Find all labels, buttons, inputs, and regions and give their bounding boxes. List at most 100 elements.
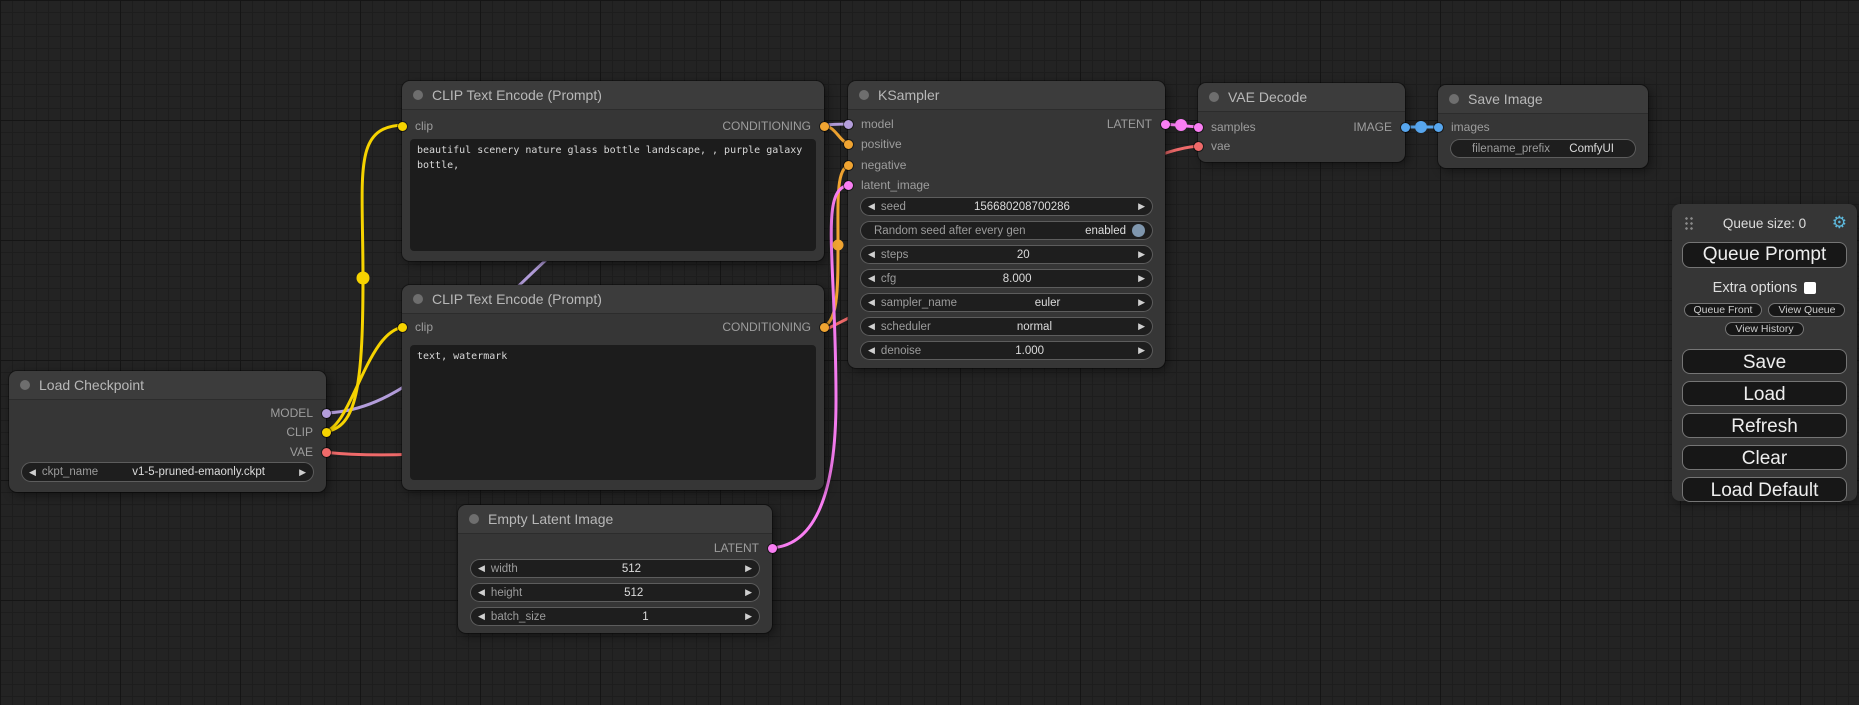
prev-value-arrow-icon[interactable] <box>478 612 485 621</box>
load-button[interactable]: Load <box>1682 381 1847 406</box>
next-value-arrow-icon[interactable] <box>745 588 752 597</box>
collapse-dot-icon[interactable] <box>20 380 30 390</box>
prompt-textarea[interactable]: beautiful scenery nature glass bottle la… <box>410 139 816 251</box>
refresh-button[interactable]: Refresh <box>1682 413 1847 438</box>
next-value-arrow-icon[interactable] <box>1138 250 1145 259</box>
widget-random-seed-toggle[interactable]: Random seed after every gen enabled <box>860 221 1153 240</box>
input-negative[interactable]: negative <box>848 157 1165 173</box>
output-clip[interactable]: CLIP <box>9 424 326 440</box>
collapse-dot-icon[interactable] <box>469 514 479 524</box>
output-model[interactable]: MODEL <box>9 405 326 421</box>
node-clip-text-encode-positive[interactable]: CLIP Text Encode (Prompt) clip CONDITION… <box>402 81 824 261</box>
node-title-bar[interactable]: KSampler <box>848 81 1165 110</box>
link-dot-negative[interactable] <box>833 240 844 251</box>
node-empty-latent-image[interactable]: Empty Latent Image LATENT width 512 heig… <box>458 505 772 633</box>
prev-value-arrow-icon[interactable] <box>868 202 875 211</box>
next-value-arrow-icon[interactable] <box>745 612 752 621</box>
image-port-icon[interactable] <box>1434 123 1443 132</box>
input-vae[interactable]: vae <box>1198 138 1405 154</box>
node-clip-text-encode-negative[interactable]: CLIP Text Encode (Prompt) clip CONDITION… <box>402 285 824 490</box>
prev-value-arrow-icon[interactable] <box>29 468 36 477</box>
prev-value-arrow-icon[interactable] <box>868 274 875 283</box>
next-value-arrow-icon[interactable] <box>1138 274 1145 283</box>
vae-port-icon[interactable] <box>1194 142 1203 151</box>
model-port-icon[interactable] <box>322 409 331 418</box>
widget-seed[interactable]: seed 156680208700286 <box>860 197 1153 216</box>
next-value-arrow-icon[interactable] <box>1138 346 1145 355</box>
widget-height[interactable]: height 512 <box>470 583 760 602</box>
node-title-bar[interactable]: CLIP Text Encode (Prompt) <box>402 285 824 314</box>
view-history-button[interactable]: View History <box>1725 322 1803 336</box>
collapse-dot-icon[interactable] <box>413 90 423 100</box>
output-vae[interactable]: VAE <box>9 444 326 460</box>
view-queue-button[interactable]: View Queue <box>1768 303 1845 317</box>
load-default-button[interactable]: Load Default <box>1682 477 1847 502</box>
output-label: CONDITIONING <box>722 320 811 334</box>
toggle-enabled-icon[interactable] <box>1132 224 1145 237</box>
node-save-image[interactable]: Save Image images filename_prefix ComfyU… <box>1438 85 1648 168</box>
clear-button[interactable]: Clear <box>1682 445 1847 470</box>
conditioning-port-icon[interactable] <box>820 122 829 131</box>
latent-port-icon[interactable] <box>1161 120 1170 129</box>
widget-width[interactable]: width 512 <box>470 559 760 578</box>
image-port-icon[interactable] <box>1401 123 1410 132</box>
link-dot-clip[interactable] <box>357 272 370 285</box>
widget-filename-prefix[interactable]: filename_prefix ComfyUI <box>1450 139 1636 158</box>
widget-sampler-name[interactable]: sampler_name euler <box>860 293 1153 312</box>
conditioning-port-icon[interactable] <box>820 323 829 332</box>
next-value-arrow-icon[interactable] <box>1138 202 1145 211</box>
prev-value-arrow-icon[interactable] <box>478 564 485 573</box>
collapse-dot-icon[interactable] <box>1449 94 1459 104</box>
widget-batch-size[interactable]: batch_size 1 <box>470 607 760 626</box>
conditioning-port-icon[interactable] <box>844 161 853 170</box>
save-button[interactable]: Save <box>1682 349 1847 374</box>
settings-gear-icon[interactable]: ⚙ <box>1832 212 1847 234</box>
node-ksampler[interactable]: KSampler model positive negative latent_… <box>848 81 1165 368</box>
input-latent-image[interactable]: latent_image <box>848 177 1165 193</box>
output-conditioning[interactable]: CONDITIONING <box>402 319 824 335</box>
node-title-bar[interactable]: Save Image <box>1438 85 1648 114</box>
node-vae-decode[interactable]: VAE Decode samples vae IMAGE <box>1198 83 1405 162</box>
drag-handle-icon[interactable] <box>1684 216 1694 231</box>
output-image[interactable]: IMAGE <box>1198 119 1405 135</box>
latent-port-icon[interactable] <box>844 181 853 190</box>
input-positive[interactable]: positive <box>848 136 1165 152</box>
prev-value-arrow-icon[interactable] <box>868 298 875 307</box>
collapse-dot-icon[interactable] <box>413 294 423 304</box>
link-dot-samples[interactable] <box>1175 119 1187 131</box>
output-latent[interactable]: LATENT <box>458 540 772 556</box>
next-value-arrow-icon[interactable] <box>299 468 306 477</box>
node-load-checkpoint[interactable]: Load Checkpoint MODEL CLIP VAE ckpt_name… <box>9 371 326 492</box>
widget-ckpt-name[interactable]: ckpt_name v1-5-pruned-emaonly.ckpt <box>21 462 314 482</box>
vae-port-icon[interactable] <box>322 448 331 457</box>
widget-steps[interactable]: steps 20 <box>860 245 1153 264</box>
widget-scheduler[interactable]: scheduler normal <box>860 317 1153 336</box>
link-dot-images[interactable] <box>1415 121 1427 133</box>
widget-denoise[interactable]: denoise 1.000 <box>860 341 1153 360</box>
output-latent[interactable]: LATENT <box>848 116 1165 132</box>
prev-value-arrow-icon[interactable] <box>868 250 875 259</box>
collapse-dot-icon[interactable] <box>1209 92 1219 102</box>
clip-port-icon[interactable] <box>322 428 331 437</box>
node-title-bar[interactable]: VAE Decode <box>1198 83 1405 112</box>
next-value-arrow-icon[interactable] <box>745 564 752 573</box>
widget-cfg[interactable]: cfg 8.000 <box>860 269 1153 288</box>
prev-value-arrow-icon[interactable] <box>478 588 485 597</box>
node-title-bar[interactable]: CLIP Text Encode (Prompt) <box>402 81 824 110</box>
prev-value-arrow-icon[interactable] <box>868 322 875 331</box>
extra-options-checkbox[interactable] <box>1804 282 1816 294</box>
queue-front-button[interactable]: Queue Front <box>1684 303 1763 317</box>
node-title-bar[interactable]: Empty Latent Image <box>458 505 772 534</box>
next-value-arrow-icon[interactable] <box>1138 298 1145 307</box>
node-title-bar[interactable]: Load Checkpoint <box>9 371 326 400</box>
next-value-arrow-icon[interactable] <box>1138 322 1145 331</box>
latent-port-icon[interactable] <box>768 544 777 553</box>
queue-size-label: Queue size: 0 <box>1723 216 1806 231</box>
conditioning-port-icon[interactable] <box>844 140 853 149</box>
input-images[interactable]: images <box>1438 119 1648 135</box>
prev-value-arrow-icon[interactable] <box>868 346 875 355</box>
collapse-dot-icon[interactable] <box>859 90 869 100</box>
prompt-textarea[interactable]: text, watermark <box>410 345 816 480</box>
output-conditioning[interactable]: CONDITIONING <box>402 118 824 134</box>
queue-prompt-button[interactable]: Queue Prompt <box>1682 242 1847 268</box>
